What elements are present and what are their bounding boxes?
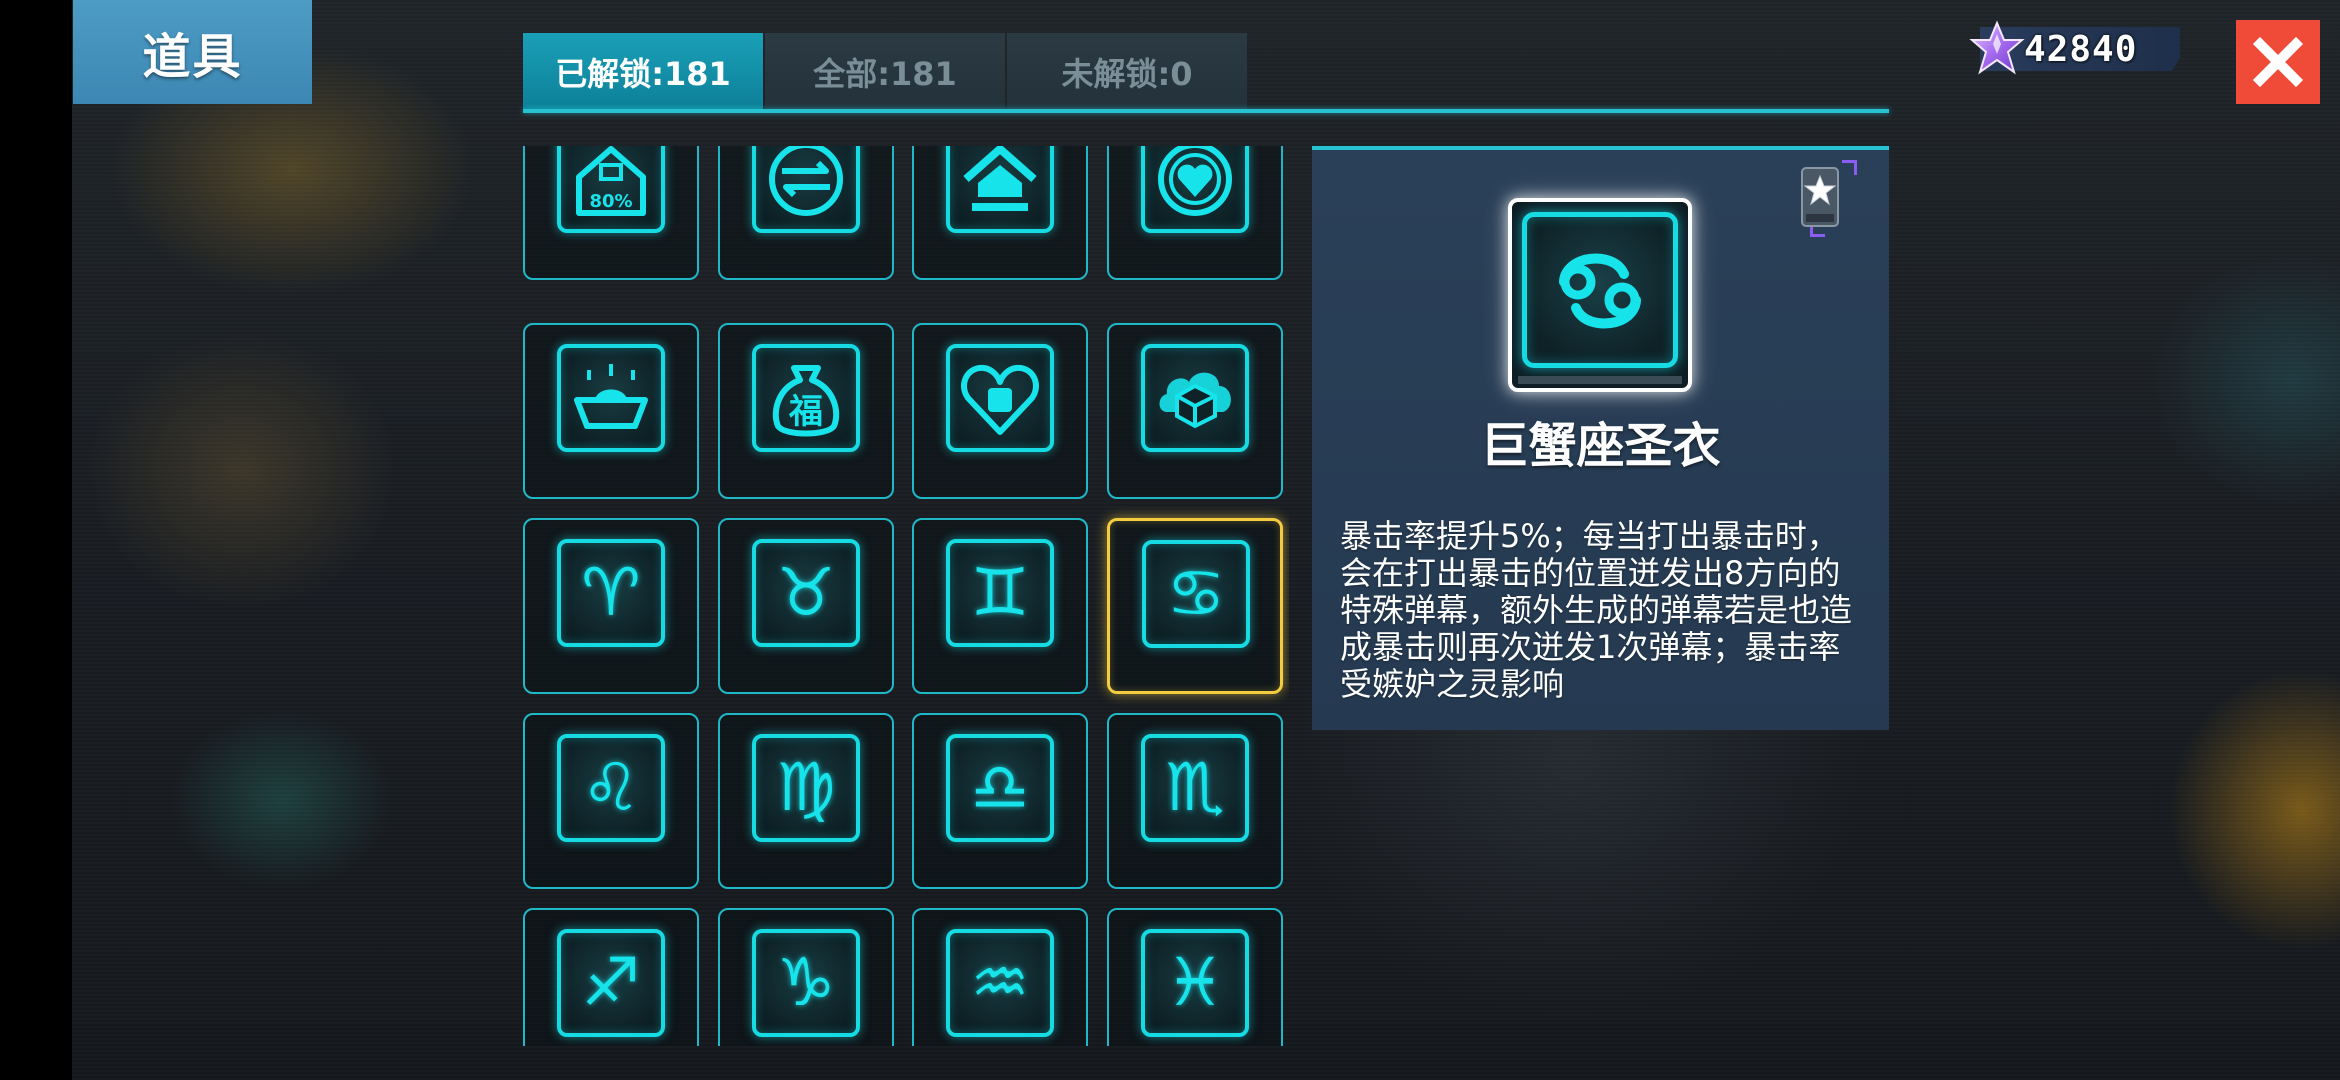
currency-value: 42840 — [2024, 29, 2138, 70]
item-slot[interactable] — [523, 323, 699, 499]
item-slot[interactable]: ♌ — [523, 713, 699, 889]
zodiac-glyph: ♏ — [1165, 749, 1225, 826]
item-slot[interactable]: 福 — [718, 323, 894, 499]
zodiac-glyph: ♌ — [581, 749, 641, 826]
scorpio-icon: ♏ — [1141, 734, 1249, 842]
capricorn-icon: ♑ — [752, 929, 860, 1037]
item-slot[interactable] — [912, 146, 1088, 280]
zodiac-glyph: ♐ — [581, 944, 641, 1021]
item-slot[interactable]: ♒ — [912, 908, 1088, 1046]
zodiac-glyph: ♎ — [970, 749, 1030, 826]
taurus-icon: ♉ — [752, 539, 860, 647]
cancer-icon: ♋ — [1142, 540, 1250, 648]
tab-locked[interactable]: 未解锁:0 — [1007, 33, 1247, 111]
house-discount-icon: 80% — [557, 146, 665, 233]
item-slot[interactable]: ♈ — [523, 518, 699, 694]
zodiac-glyph: ♊ — [970, 554, 1030, 631]
heart-fist-icon — [946, 344, 1054, 452]
sagittarius-icon: ♐ — [557, 929, 665, 1037]
item-slot[interactable]: ♐ — [523, 908, 699, 1046]
item-slot[interactable]: ♋ — [1107, 518, 1283, 694]
exchange-circle-icon — [752, 146, 860, 233]
virgo-icon: ♍ — [752, 734, 860, 842]
page-title-box: 道具 — [73, 0, 312, 104]
cancer-icon — [1522, 212, 1678, 368]
item-slot[interactable]: 80% — [523, 146, 699, 280]
aries-icon: ♈ — [557, 539, 665, 647]
item-slot[interactable]: ♑ — [718, 908, 894, 1046]
zodiac-glyph: ♋ — [1166, 555, 1226, 632]
game-screen: 道具 已解锁:181 全部:181 未解锁:0 42840 80% 福 ♈ ♉ ♊ ♋ ♌ ♍… — [0, 0, 2340, 1080]
item-icon-label: 福 — [789, 392, 823, 432]
close-icon — [2252, 36, 2304, 88]
gemini-icon: ♊ — [946, 539, 1054, 647]
item-slot[interactable] — [718, 146, 894, 280]
aquarius-icon: ♒ — [946, 929, 1054, 1037]
item-grid-viewport[interactable]: 80% 福 ♈ ♉ ♊ ♋ ♌ ♍ ♎ ♏ ♐ ♑ ♒ ♓ — [523, 146, 1289, 1046]
item-icon-label: 80% — [589, 191, 633, 212]
corner-bracket — [1842, 160, 1857, 175]
pisces-icon: ♓ — [1141, 929, 1249, 1037]
page-title: 道具 — [142, 29, 243, 85]
gift-box-cloud-icon — [1141, 344, 1249, 452]
zodiac-glyph: ♉ — [776, 554, 836, 631]
item-description: 暴击率提升5%；每当打出暴击时，会在打出暴击的位置迸发出8方向的特殊弹幕，额外生… — [1340, 517, 1853, 703]
cancer-symbol-icon — [1559, 253, 1641, 329]
item-slot[interactable] — [1107, 323, 1283, 499]
item-slot[interactable]: ♓ — [1107, 908, 1283, 1046]
heart-shield-icon — [1141, 146, 1249, 233]
tab-bar: 已解锁:181 全部:181 未解锁:0 — [523, 33, 1249, 111]
item-detail-panel: 巨蟹座圣衣 暴击率提升5%；每当打出暴击时，会在打出暴击的位置迸发出8方向的特殊… — [1312, 146, 1889, 730]
leo-icon: ♌ — [557, 734, 665, 842]
detail-icon-base — [1518, 376, 1682, 384]
gold-ingot-icon — [557, 344, 665, 452]
zodiac-glyph: ♍ — [776, 749, 836, 826]
item-slot[interactable]: ♏ — [1107, 713, 1283, 889]
star-badge-icon — [1801, 167, 1839, 227]
item-slot[interactable]: ♉ — [718, 518, 894, 694]
fortune-bag-icon: 福 — [752, 344, 860, 452]
item-slot[interactable]: ♊ — [912, 518, 1088, 694]
zodiac-glyph: ♈ — [581, 554, 641, 631]
item-slot[interactable] — [912, 323, 1088, 499]
zodiac-glyph: ♑ — [776, 944, 836, 1021]
tab-all[interactable]: 全部:181 — [765, 33, 1005, 111]
libra-icon: ♎ — [946, 734, 1054, 842]
item-name: 巨蟹座圣衣 — [1480, 418, 1721, 474]
house-home-icon — [946, 146, 1054, 233]
zodiac-glyph: ♓ — [1165, 944, 1225, 1021]
purple-star-gem-icon — [1969, 20, 2025, 75]
close-button[interactable] — [2236, 20, 2320, 104]
item-slot[interactable]: ♎ — [912, 713, 1088, 889]
item-slot[interactable]: ♍ — [718, 713, 894, 889]
item-slot[interactable] — [1107, 146, 1283, 280]
tab-unlocked[interactable]: 已解锁:181 — [523, 33, 763, 111]
detail-icon-frame — [1508, 198, 1692, 392]
tab-underline — [523, 109, 1889, 113]
zodiac-glyph: ♒ — [970, 944, 1030, 1021]
